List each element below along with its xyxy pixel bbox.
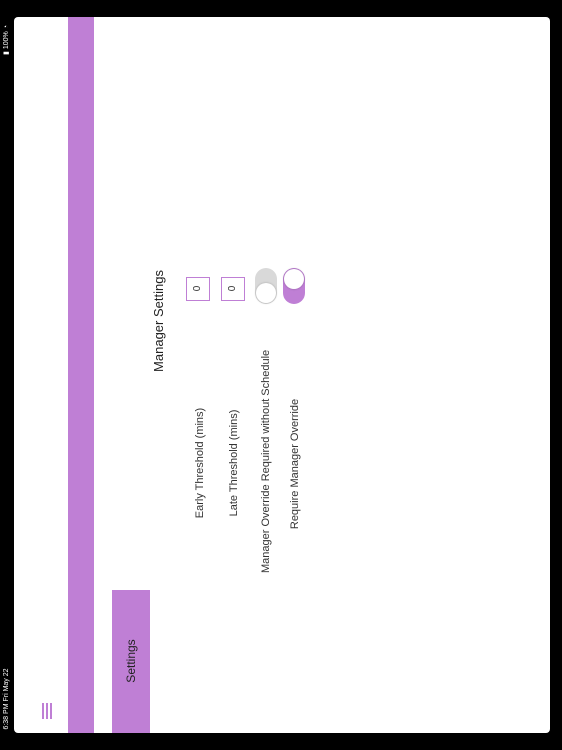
page-title: Settings [127, 351, 142, 399]
battery-percent: 100% [3, 31, 10, 50]
require-override-toggle[interactable] [283, 268, 305, 304]
override-without-schedule-toggle[interactable] [255, 268, 277, 304]
status-indicators: ▮ 100% ◔ [1, 11, 13, 69]
battery-icon: ▮ [3, 51, 10, 55]
early-threshold-box [186, 277, 210, 301]
section-heading: Manager Settings [151, 270, 166, 372]
early-threshold-label: Early Threshold (mins) [194, 407, 206, 519]
nav-bar: Settings [68, 17, 142, 733]
toggle-knob [284, 269, 304, 289]
app-screen: Settings Settings Manager Settings Early… [14, 17, 550, 733]
late-threshold-input[interactable] [222, 278, 243, 299]
early-threshold-input[interactable] [187, 278, 208, 299]
menu-icon[interactable] [42, 703, 52, 719]
toggle-knob [256, 283, 276, 303]
status-time: 6:38 PM Fri May 22 [3, 668, 10, 730]
sidebar-item-label: Settings [124, 639, 138, 683]
status-bar: 6:38 PM Fri May 22 ▮ 100% ◔ [0, 0, 14, 750]
late-threshold-box [221, 277, 245, 301]
require-override-label: Require Manager Override [289, 398, 301, 530]
late-threshold-label: Late Threshold (mins) [228, 409, 240, 517]
wifi-icon: ◔ [3, 25, 10, 30]
sidebar-item-settings[interactable]: Settings [112, 590, 150, 733]
override-without-schedule-label: Manager Override Required without Schedu… [260, 349, 272, 573]
